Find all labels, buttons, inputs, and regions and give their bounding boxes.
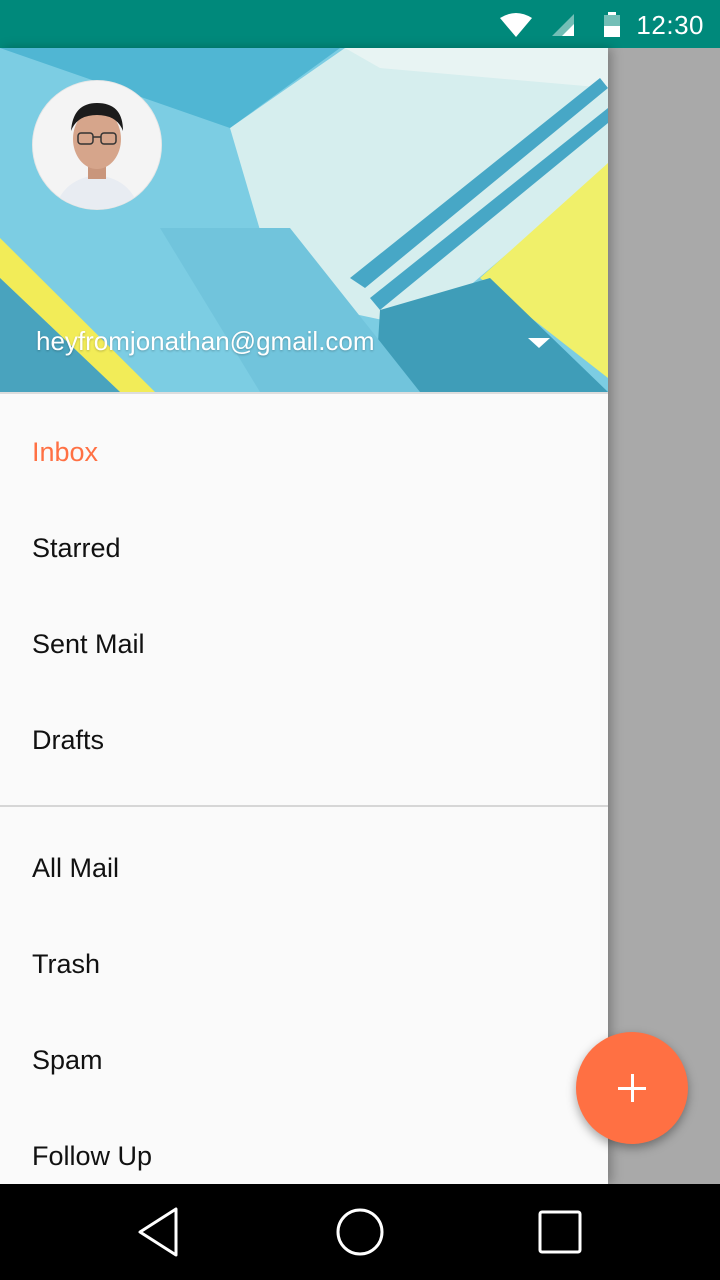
avatar[interactable] <box>32 80 162 210</box>
drawer-item-inbox[interactable]: Inbox <box>0 406 608 502</box>
section-divider <box>0 805 608 807</box>
drawer-item-follow-up[interactable]: Follow Up <box>0 1110 608 1184</box>
drawer-item-trash[interactable]: Trash <box>0 918 608 1014</box>
account-email: heyfromjonathan@gmail.com <box>36 326 375 356</box>
drawer-item-drafts[interactable]: Drafts <box>0 694 608 790</box>
drawer-item-label: Inbox <box>32 437 99 467</box>
system-navigation-bar <box>0 1184 720 1280</box>
wifi-icon <box>500 13 532 37</box>
profile-photo <box>33 81 161 209</box>
status-bar: 12:30 <box>0 0 720 48</box>
home-icon[interactable] <box>334 1206 386 1258</box>
drawer-item-label: Trash <box>32 949 101 979</box>
drawer-item-label: Drafts <box>32 725 105 755</box>
drawer-item-label: Sent Mail <box>32 629 145 659</box>
navigation-drawer: heyfromjonathan@gmail.com Inbox Starred … <box>0 48 608 1184</box>
drawer-item-starred[interactable]: Starred <box>0 502 608 598</box>
account-header: heyfromjonathan@gmail.com <box>0 48 608 392</box>
back-icon[interactable] <box>134 1206 186 1258</box>
recents-icon[interactable] <box>534 1206 586 1258</box>
clock: 12:30 <box>636 10 704 40</box>
account-switcher[interactable]: heyfromjonathan@gmail.com <box>0 318 608 378</box>
scrim[interactable] <box>608 48 720 1184</box>
drawer-item-sent-mail[interactable]: Sent Mail <box>0 598 608 694</box>
drawer-item-label: All Mail <box>32 853 120 883</box>
compose-button[interactable] <box>576 1032 688 1144</box>
drawer-item-spam[interactable]: Spam <box>0 1014 608 1110</box>
drawer-item-all-mail[interactable]: All Mail <box>0 822 608 918</box>
drawer-menu: Inbox Starred Sent Mail Drafts All Mail … <box>0 394 608 1184</box>
battery-icon <box>604 12 620 37</box>
arrow-drop-down-icon[interactable] <box>528 338 550 348</box>
drawer-item-label: Follow Up <box>32 1141 153 1171</box>
drawer-item-label: Spam <box>32 1045 103 1075</box>
drawer-item-label: Starred <box>32 533 121 563</box>
cellular-signal-icon <box>552 14 574 36</box>
